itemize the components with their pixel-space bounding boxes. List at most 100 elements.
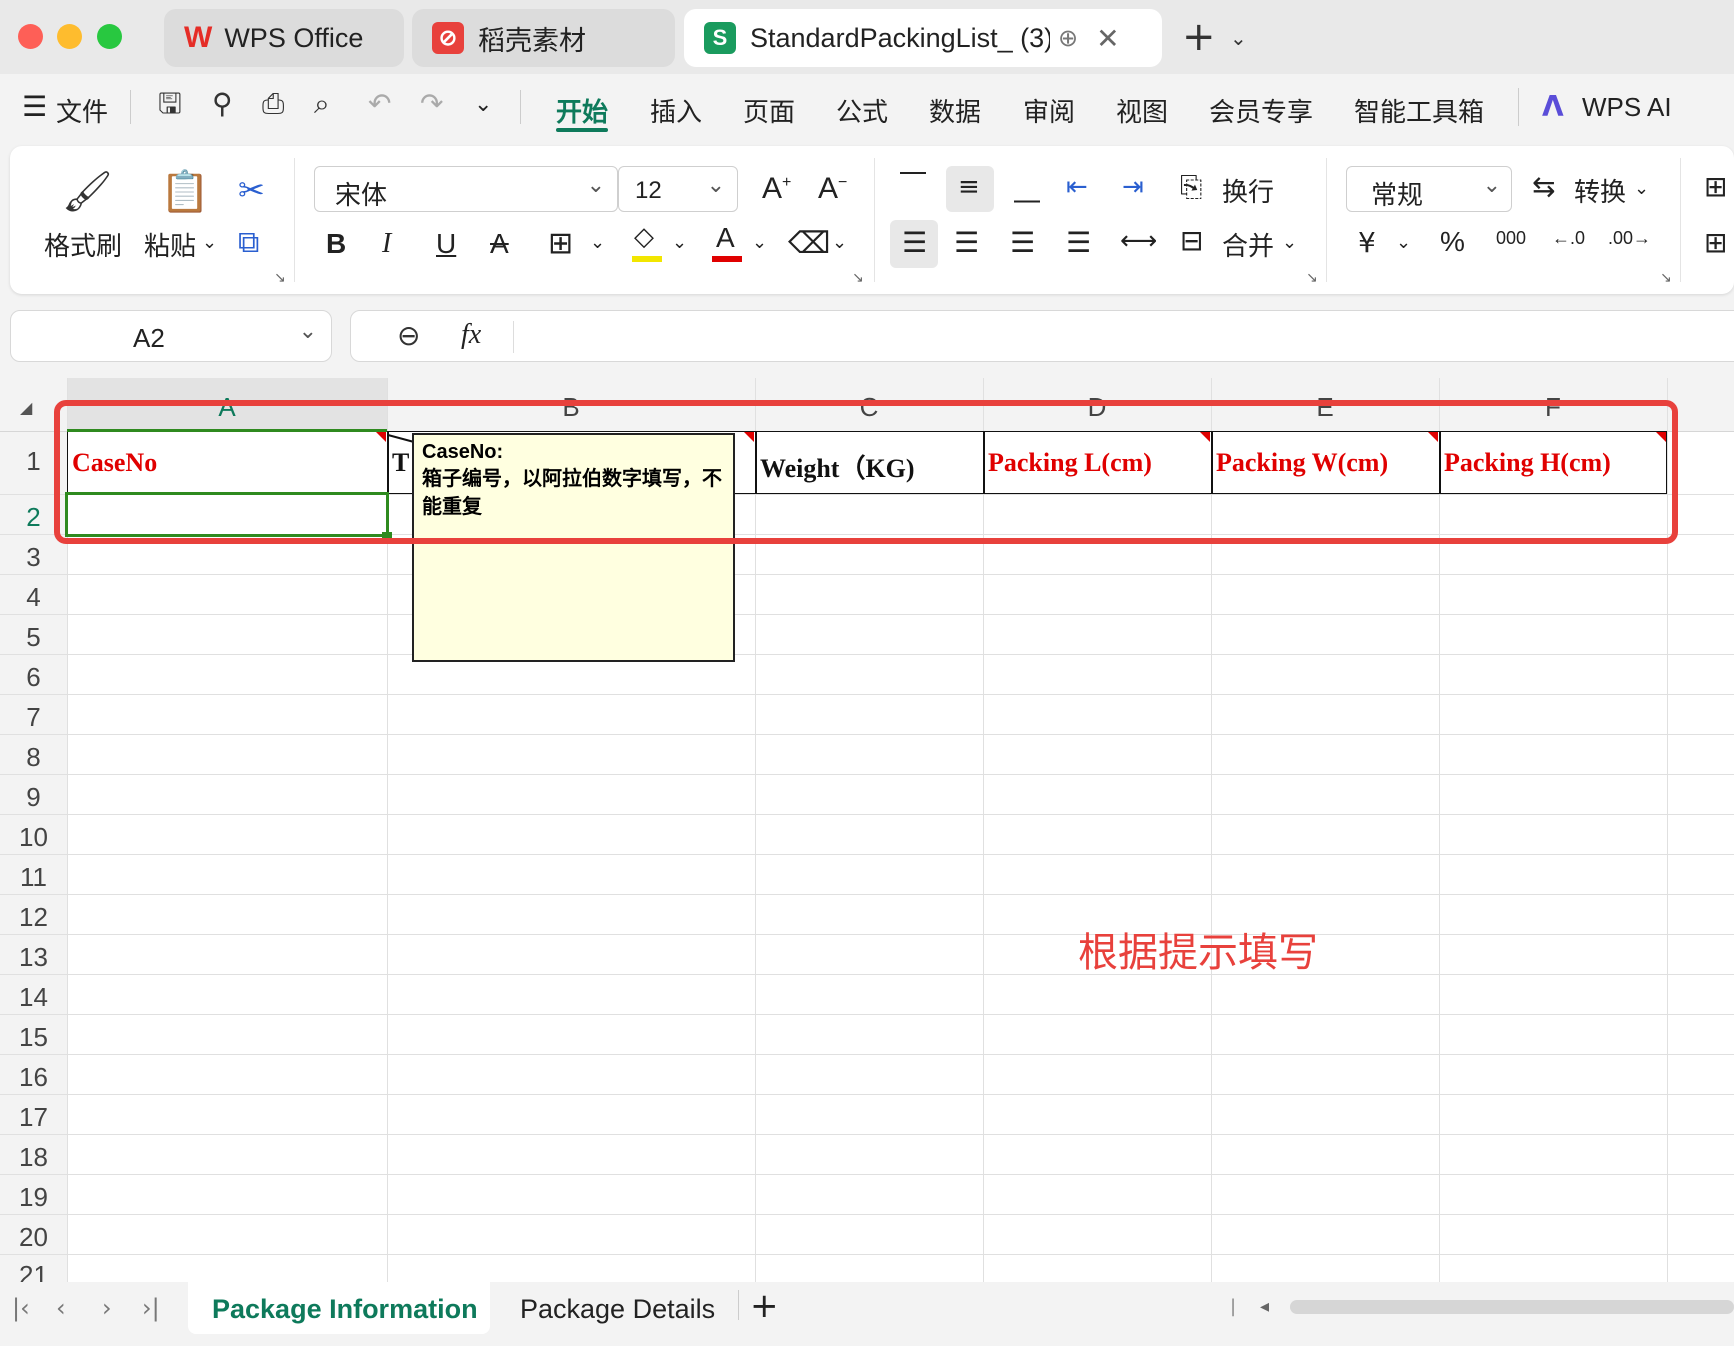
currency-icon[interactable]: ¥: [1358, 226, 1376, 259]
cut-icon[interactable]: ✂: [238, 174, 265, 206]
merge-chevron-icon[interactable]: ⌄: [1282, 232, 1297, 253]
formula-input[interactable]: ⊖ fx: [350, 310, 1734, 362]
row-header-15[interactable]: 15: [0, 1022, 67, 1053]
tab-wps-office[interactable]: W WPS Office: [164, 9, 404, 67]
menu-review[interactable]: 审阅: [1023, 92, 1075, 129]
sheet-tab-package-information[interactable]: Package Information: [188, 1282, 490, 1334]
decrease-decimal-icon[interactable]: .00→: [1608, 228, 1651, 249]
font-size-select[interactable]: 12 ⌄: [618, 166, 738, 212]
merge-label[interactable]: 合并: [1222, 226, 1274, 263]
align-top-icon[interactable]: ⎺: [900, 170, 926, 201]
font-color-chevron-icon[interactable]: ⌄: [752, 232, 767, 253]
row-header-13[interactable]: 13: [0, 942, 67, 973]
row-header-14[interactable]: 14: [0, 982, 67, 1013]
copy-icon[interactable]: ⧉: [238, 228, 259, 258]
zoom-window-button[interactable]: [97, 24, 122, 49]
clear-format-icon[interactable]: ⌫: [788, 226, 830, 261]
currency-chevron-icon[interactable]: ⌄: [1396, 232, 1411, 253]
horizontal-scrollbar[interactable]: [1290, 1300, 1734, 1314]
underline-icon[interactable]: U: [436, 228, 456, 260]
align-middle-button[interactable]: ≡: [946, 166, 994, 212]
row-header-8[interactable]: 8: [0, 742, 67, 773]
tab-standard-packing-list[interactable]: S StandardPackingList_ (3).x ⊕ ✕: [684, 9, 1162, 67]
number-format-select[interactable]: 常规 ⌄: [1346, 166, 1512, 212]
clipboard-launcher-icon[interactable]: ↘: [274, 270, 286, 286]
row-header-5[interactable]: 5: [0, 622, 67, 653]
increase-decimal-icon[interactable]: ←.0: [1552, 228, 1585, 249]
sheet-tab-package-details[interactable]: Package Details: [520, 1294, 715, 1325]
borders-icon[interactable]: ⊞: [548, 226, 573, 261]
percent-icon[interactable]: %: [1440, 226, 1465, 258]
hamburger-icon[interactable]: ☰: [22, 90, 47, 123]
prev-sheet-icon[interactable]: ‹: [56, 1294, 66, 1322]
convert-chevron-icon[interactable]: ⌄: [1634, 178, 1649, 199]
menu-home[interactable]: 开始: [556, 92, 608, 129]
row-header-7[interactable]: 7: [0, 702, 67, 733]
print-preview-icon[interactable]: ⌕: [314, 90, 330, 118]
format-painter-icon[interactable]: 🖌: [62, 172, 113, 212]
italic-icon[interactable]: I: [382, 228, 391, 260]
scroll-left-icon[interactable]: ◂: [1260, 1296, 1269, 1317]
menu-file[interactable]: 文件: [56, 92, 108, 129]
upload-icon[interactable]: ⊕: [1058, 24, 1078, 53]
format-icon[interactable]: ⚲: [212, 90, 233, 118]
font-launcher-icon[interactable]: ↘: [852, 270, 864, 286]
tab-list-chevron-icon[interactable]: ⌄: [1230, 26, 1247, 50]
row-header-11[interactable]: 11: [0, 862, 67, 893]
clear-chevron-icon[interactable]: ⌄: [832, 232, 847, 253]
font-color-icon[interactable]: A: [710, 222, 744, 262]
menu-view[interactable]: 视图: [1116, 92, 1168, 129]
menu-smart-tools[interactable]: 智能工具箱: [1354, 92, 1484, 129]
row-header-19[interactable]: 19: [0, 1182, 67, 1213]
increase-indent-icon[interactable]: ⇥: [1122, 172, 1144, 202]
paste-label[interactable]: 粘贴: [144, 226, 196, 263]
align-left-button[interactable]: ☰: [890, 220, 938, 268]
save-icon[interactable]: 🖫: [158, 90, 182, 118]
convert-label[interactable]: 转换: [1574, 172, 1626, 209]
row-header-20[interactable]: 20: [0, 1222, 67, 1253]
bold-icon[interactable]: B: [326, 228, 346, 260]
print-icon[interactable]: ⎙: [262, 90, 284, 118]
new-tab-plus-icon[interactable]: +: [1182, 14, 1216, 60]
menu-member[interactable]: 会员专享: [1209, 92, 1313, 129]
row-header-17[interactable]: 17: [0, 1102, 67, 1133]
distributed-align-icon[interactable]: ⟷: [1120, 226, 1157, 256]
menu-page[interactable]: 页面: [743, 92, 795, 129]
format-painter-label[interactable]: 格式刷: [44, 226, 122, 263]
align-right-icon[interactable]: ☰: [1010, 226, 1035, 259]
row-header-10[interactable]: 10: [0, 822, 67, 853]
undo-icon[interactable]: ↶: [368, 90, 391, 118]
row-header-12[interactable]: 12: [0, 902, 67, 933]
row-header-9[interactable]: 9: [0, 782, 67, 813]
borders-chevron-icon[interactable]: ⌄: [590, 232, 605, 253]
decrease-indent-icon[interactable]: ⇤: [1066, 172, 1088, 202]
fill-color-chevron-icon[interactable]: ⌄: [672, 232, 687, 253]
quick-access-chevron-icon[interactable]: ⌄: [474, 92, 492, 117]
menu-insert[interactable]: 插入: [650, 92, 702, 129]
strikethrough-icon[interactable]: A: [490, 228, 509, 260]
paste-chevron-icon[interactable]: ⌄: [202, 232, 217, 253]
increase-font-icon[interactable]: A+: [762, 172, 791, 206]
row-header-16[interactable]: 16: [0, 1062, 67, 1093]
justify-icon[interactable]: ☰: [1066, 226, 1091, 259]
row-header-6[interactable]: 6: [0, 662, 67, 693]
menu-formula[interactable]: 公式: [836, 92, 888, 129]
redo-icon[interactable]: ↷: [420, 90, 443, 118]
conditional-format-icon[interactable]: ⊞: [1704, 170, 1727, 203]
thousands-separator-icon[interactable]: 000: [1496, 228, 1526, 249]
paste-icon[interactable]: 📋: [160, 172, 210, 212]
fill-color-icon[interactable]: ◇: [630, 222, 664, 262]
row-header-4[interactable]: 4: [0, 582, 67, 613]
wrap-text-icon[interactable]: ⎘: [1180, 170, 1202, 204]
table-style-icon[interactable]: ⊞: [1704, 226, 1727, 259]
first-sheet-icon[interactable]: |‹: [12, 1294, 30, 1322]
wrap-text-label[interactable]: 换行: [1222, 172, 1274, 209]
convert-icon[interactable]: ⇆: [1532, 170, 1555, 203]
merge-cells-icon[interactable]: ⊟: [1180, 224, 1203, 257]
fx-icon[interactable]: fx: [461, 319, 481, 351]
align-bottom-icon[interactable]: ⎽: [1014, 174, 1040, 205]
row-header-18[interactable]: 18: [0, 1142, 67, 1173]
align-center-icon[interactable]: ☰: [954, 226, 979, 259]
menu-wps-ai[interactable]: WPS AI: [1582, 92, 1672, 123]
close-window-button[interactable]: [18, 24, 43, 49]
